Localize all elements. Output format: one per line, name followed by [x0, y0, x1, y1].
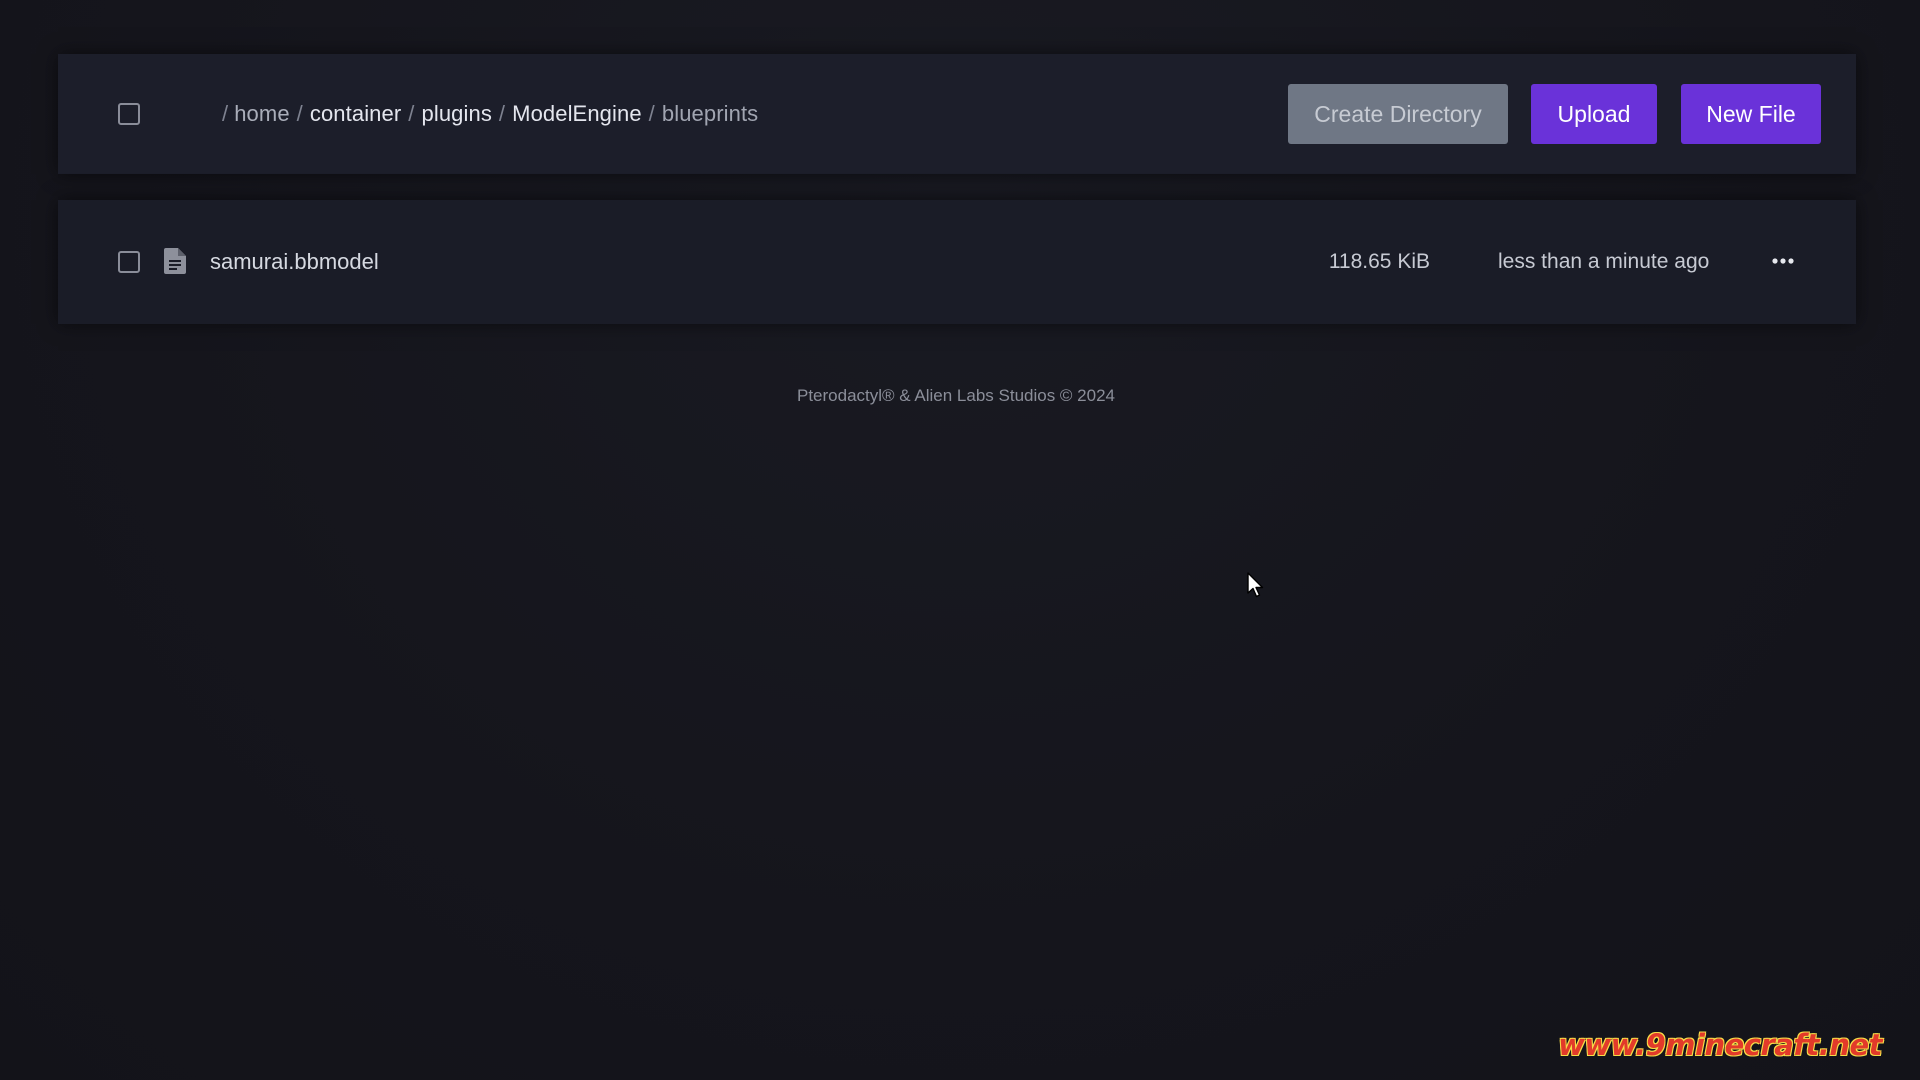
more-options-icon[interactable]	[1770, 248, 1796, 274]
breadcrumb-home[interactable]: home	[234, 101, 289, 127]
breadcrumb-separator: /	[222, 101, 229, 126]
breadcrumb-container[interactable]: container	[310, 101, 401, 127]
breadcrumb-plugins[interactable]: plugins	[422, 101, 492, 127]
file-select-checkbox[interactable]	[118, 251, 140, 273]
file-size: 118.65 KiB	[1328, 250, 1430, 273]
breadcrumb-modelengine[interactable]: ModelEngine	[512, 101, 642, 127]
breadcrumb-blueprints: blueprints	[661, 101, 759, 126]
file-manager-page: / home / container / plugins / ModelEngi…	[0, 0, 1920, 1080]
breadcrumb-separator: /	[498, 101, 506, 126]
create-directory-button[interactable]: Create Directory	[1288, 84, 1508, 144]
file-row[interactable]: samurai.bbmodel 118.65 KiB less than a m…	[58, 200, 1856, 324]
breadcrumb-separator: /	[408, 101, 415, 126]
breadcrumb-separator: /	[296, 101, 303, 126]
file-text-icon	[164, 248, 186, 274]
file-name[interactable]: samurai.bbmodel	[210, 200, 379, 324]
breadcrumb-separator: /	[648, 101, 655, 126]
new-file-button[interactable]: New File	[1681, 84, 1821, 144]
watermark-logo: www.9minecraft.net	[1558, 1028, 1882, 1062]
file-modified-time: less than a minute ago	[1498, 250, 1710, 273]
breadcrumb: / home / container / plugins / ModelEngi…	[222, 54, 758, 174]
mouse-cursor-icon	[1247, 572, 1265, 598]
footer-copyright: Pterodactyl® & Alien Labs Studios © 2024	[796, 386, 1116, 405]
select-all-checkbox[interactable]	[118, 103, 140, 125]
file-toolbar: / home / container / plugins / ModelEngi…	[58, 54, 1856, 174]
upload-button[interactable]: Upload	[1531, 84, 1657, 144]
